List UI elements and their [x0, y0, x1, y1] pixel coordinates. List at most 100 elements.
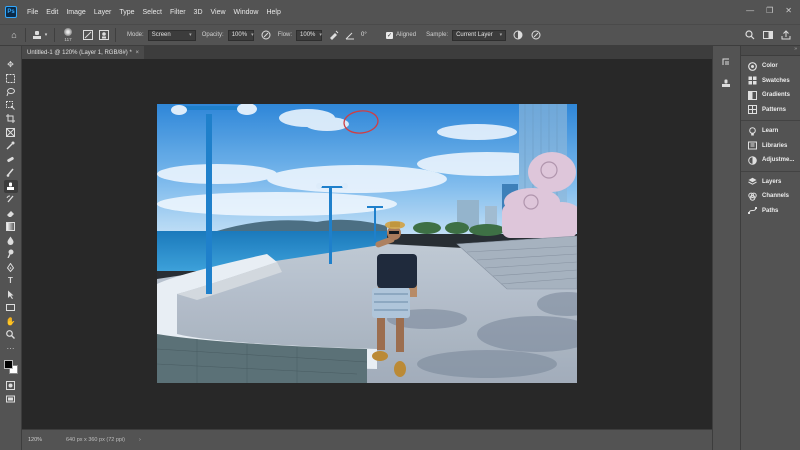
- mode-select[interactable]: Screen ▾: [147, 29, 196, 41]
- foreground-color-swatch[interactable]: [3, 360, 13, 369]
- lasso-tool-icon[interactable]: [4, 85, 18, 99]
- menu-file[interactable]: File: [23, 9, 42, 16]
- menu-view[interactable]: View: [207, 9, 230, 16]
- airbrush-icon[interactable]: [328, 29, 340, 41]
- screen-mode-icon[interactable]: [4, 393, 18, 407]
- clone-stamp-tool-preset-icon[interactable]: [31, 29, 43, 41]
- brush-tool-icon[interactable]: [4, 166, 18, 180]
- menu-layer[interactable]: Layer: [90, 9, 116, 16]
- panel-label-gradients: Gradients: [762, 92, 791, 99]
- close-window-icon[interactable]: ✕: [785, 6, 792, 15]
- dodge-tool-icon[interactable]: [4, 247, 18, 261]
- panel-adjustments[interactable]: Adjustme...: [741, 153, 800, 168]
- panel-learn[interactable]: Learn: [741, 124, 800, 139]
- panel-dock: » Color Swatches Gradients Patterns Lear…: [740, 46, 800, 450]
- type-tool-icon[interactable]: T: [4, 274, 18, 288]
- panel-color[interactable]: Color: [741, 59, 800, 74]
- swatches-icon: [748, 76, 757, 85]
- frame-tool-icon[interactable]: [4, 126, 18, 140]
- panel-paths[interactable]: Paths: [741, 204, 800, 219]
- menu-help[interactable]: Help: [262, 9, 284, 16]
- menu-window[interactable]: Window: [230, 9, 263, 16]
- document-tab[interactable]: Untitled-1 @ 120% (Layer 1, RGB/8#) * ×: [22, 46, 144, 59]
- angle-value: 0°: [361, 32, 367, 38]
- opacity-field[interactable]: 100% ▾: [227, 29, 254, 41]
- object-selection-tool-icon[interactable]: [4, 99, 18, 113]
- layers-icon: [748, 177, 757, 186]
- eyedropper-tool-icon[interactable]: [4, 139, 18, 153]
- panel-gradients[interactable]: Gradients: [741, 88, 800, 103]
- sample-select[interactable]: Current Layer ▾: [452, 29, 507, 41]
- dock-collapse-icon[interactable]: »: [741, 46, 800, 56]
- brush-settings-icon[interactable]: [82, 29, 94, 41]
- move-tool-icon[interactable]: ✥: [4, 58, 18, 72]
- rectangle-tool-icon[interactable]: [4, 301, 18, 315]
- ignore-adjustment-layers-icon[interactable]: [512, 29, 524, 41]
- brush-size-value: 117: [64, 37, 72, 42]
- search-icon[interactable]: [744, 29, 756, 41]
- share-icon[interactable]: [780, 29, 792, 41]
- preset-dropdown-icon[interactable]: ▾: [43, 29, 49, 41]
- panel-swatches[interactable]: Swatches: [741, 74, 800, 89]
- menu-select[interactable]: Select: [139, 9, 166, 16]
- blur-tool-icon[interactable]: [4, 234, 18, 248]
- mode-label: Mode:: [127, 32, 144, 38]
- crop-tool-icon[interactable]: [4, 112, 18, 126]
- workspace-icon[interactable]: [762, 29, 774, 41]
- color-swatches[interactable]: [3, 359, 19, 377]
- home-icon[interactable]: ⌂: [8, 29, 20, 41]
- eraser-tool-icon[interactable]: [4, 207, 18, 221]
- panel-label-layers: Layers: [762, 178, 782, 185]
- document-info: 640 px x 360 px (72 ppi): [66, 437, 126, 443]
- clone-source-icon[interactable]: [98, 29, 110, 41]
- aligned-checkbox[interactable]: ✓: [386, 31, 394, 39]
- panel-label-paths: Paths: [762, 207, 779, 214]
- minimize-icon[interactable]: —: [746, 6, 754, 15]
- chevron-down-icon: ▾: [499, 32, 503, 38]
- clone-stamp-tool-icon[interactable]: [3, 179, 18, 193]
- zoom-level-field[interactable]: 120%: [28, 435, 52, 445]
- panel-label-learn: Learn: [762, 128, 779, 135]
- menu-image[interactable]: Image: [62, 9, 89, 16]
- panel-patterns[interactable]: Patterns: [741, 103, 800, 118]
- panel-channels[interactable]: Channels: [741, 189, 800, 204]
- panel-label-patterns: Patterns: [762, 106, 787, 113]
- menu-type[interactable]: Type: [115, 9, 138, 16]
- menu-filter[interactable]: Filter: [166, 9, 190, 16]
- flow-field[interactable]: 100% ▾: [296, 29, 323, 41]
- angle-field[interactable]: 0°: [358, 30, 380, 41]
- healing-brush-tool-icon[interactable]: [4, 153, 18, 167]
- tools-panel: ✥ T ✋ ···: [0, 46, 22, 450]
- pen-tool-icon[interactable]: [4, 261, 18, 275]
- angle-icon[interactable]: [344, 29, 356, 41]
- history-icon[interactable]: [720, 56, 732, 68]
- document-canvas-image[interactable]: [157, 104, 577, 383]
- hand-tool-icon[interactable]: ✋: [4, 315, 18, 329]
- history-brush-tool-icon[interactable]: [4, 193, 18, 207]
- chevron-down-icon: ▾: [189, 32, 192, 38]
- pressure-opacity-icon[interactable]: [260, 29, 272, 41]
- pressure-size-icon[interactable]: [530, 29, 542, 41]
- panel-layers[interactable]: Layers: [741, 175, 800, 190]
- opacity-label: Opacity:: [201, 32, 224, 38]
- brush-preset-picker[interactable]: 117: [60, 26, 76, 44]
- status-menu-arrow-icon[interactable]: ›: [139, 437, 141, 443]
- document-tab-title: Untitled-1 @ 120% (Layer 1, RGB/8#) *: [27, 49, 132, 56]
- marquee-tool-icon[interactable]: [4, 72, 18, 86]
- menu-edit[interactable]: Edit: [42, 9, 62, 16]
- quick-mask-icon[interactable]: [4, 379, 18, 393]
- more-tools-icon[interactable]: ···: [4, 342, 18, 356]
- brush-tip-icon: [64, 28, 72, 36]
- zoom-tool-icon[interactable]: [4, 328, 18, 342]
- gradients-icon: [748, 90, 757, 100]
- sample-label: Sample:: [426, 32, 449, 38]
- canvas-area[interactable]: [22, 59, 712, 429]
- close-tab-icon[interactable]: ×: [135, 50, 139, 56]
- menu-3d[interactable]: 3D: [190, 9, 207, 16]
- clone-source-panel-icon[interactable]: [720, 78, 732, 90]
- sample-value: Current Layer: [456, 32, 493, 38]
- panel-libraries[interactable]: Libraries: [741, 139, 800, 154]
- path-selection-tool-icon[interactable]: [4, 288, 18, 302]
- restore-icon[interactable]: ❐: [766, 6, 773, 15]
- gradient-tool-icon[interactable]: [4, 220, 18, 234]
